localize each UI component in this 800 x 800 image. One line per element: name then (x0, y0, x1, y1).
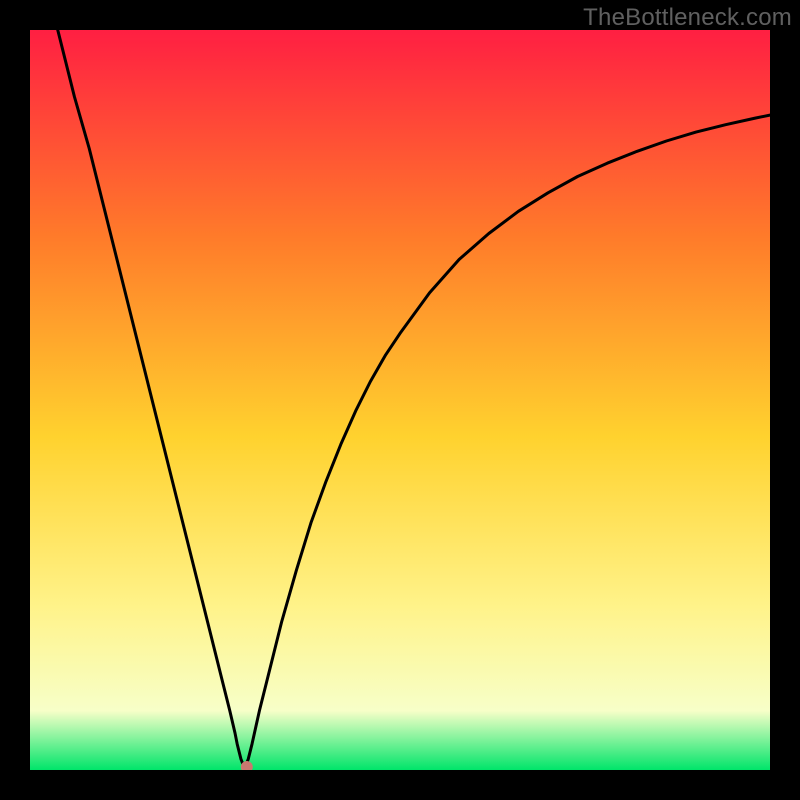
watermark-text: TheBottleneck.com (583, 4, 792, 32)
chart-stage: TheBottleneck.com (0, 0, 800, 800)
chart-curve-layer (30, 30, 770, 770)
bottleneck-curve (30, 30, 770, 769)
plot-area (30, 30, 770, 770)
